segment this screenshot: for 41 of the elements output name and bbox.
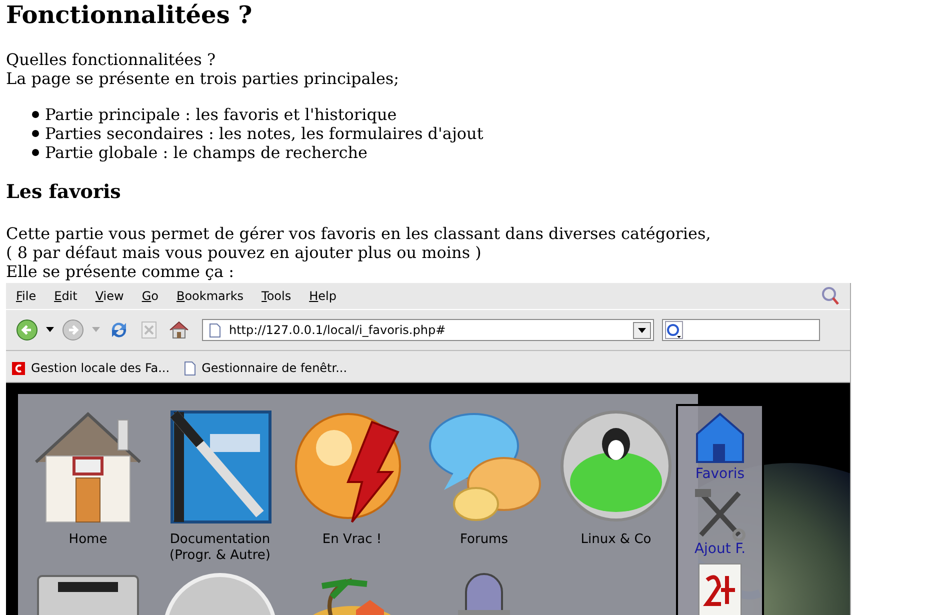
- bullet-icon: [32, 111, 39, 118]
- address-field[interactable]: http://127.0.0.1/local/i_favoris.php#: [202, 319, 654, 341]
- bullet-icon: [32, 130, 39, 137]
- dropdown-icon[interactable]: [46, 327, 54, 333]
- menu-item[interactable]: Tools: [262, 288, 292, 304]
- intro-text: La page se présente en trois parties principales;: [6, 69, 400, 88]
- bookmark-item[interactable]: Gestionnaire de fenêtr...: [184, 360, 348, 376]
- favorite-label[interactable]: Linux & Co: [580, 532, 652, 570]
- search-field[interactable]: [662, 319, 820, 341]
- favorite-label[interactable]: En Vrac !: [322, 532, 382, 570]
- intro-text: Quelles fonctionnalitées ?: [6, 50, 217, 69]
- home-icon[interactable]: [168, 319, 190, 341]
- paragraph-text: Elle se présente comme ça :: [6, 262, 236, 281]
- c-logo-icon: [12, 362, 25, 374]
- menu-item[interactable]: File: [16, 288, 36, 304]
- paragraph-text: Cette partie vous permet de gérer vos favoris en les classant dans diverses catégories,: [6, 224, 712, 243]
- section-title: Les favoris: [6, 181, 122, 203]
- throbber-icon: [820, 286, 840, 306]
- favorite-label[interactable]: Documentation (Progr. & Autre): [170, 532, 270, 570]
- dropdown-icon[interactable]: [633, 322, 651, 338]
- page-icon: [209, 322, 221, 338]
- menu-item[interactable]: View: [95, 288, 124, 304]
- house-icon[interactable]: [693, 410, 747, 466]
- list-item: Parties secondaires : les notes, les formulaires d'ajout: [45, 124, 484, 143]
- page-title: Fonctionnalitées ?: [6, 0, 254, 30]
- menu-item[interactable]: Edit: [54, 288, 78, 304]
- back-icon[interactable]: [16, 319, 38, 341]
- menu-item[interactable]: Go: [142, 288, 158, 304]
- search-engine-icon: [665, 321, 683, 339]
- list-item: Partie globale : le champs de recherche: [45, 143, 368, 162]
- paragraph-text: ( 8 par défaut mais vous pouvez en ajouter plus ou moins ): [6, 243, 482, 262]
- menu-item[interactable]: Bookmarks: [176, 288, 244, 304]
- page-icon: [184, 360, 196, 376]
- forward-icon[interactable]: [62, 319, 84, 341]
- favorite-label[interactable]: Forums: [460, 532, 508, 570]
- list-item: Partie principale : les favoris et l'historique: [45, 105, 397, 124]
- menu-item[interactable]: Help: [309, 288, 336, 304]
- sidebar-label[interactable]: Ajout F.: [694, 541, 746, 558]
- favorite-label[interactable]: Home: [68, 532, 108, 570]
- bullet-icon: [32, 149, 39, 156]
- bookmark-item[interactable]: Gestion locale des Fa...: [12, 360, 170, 376]
